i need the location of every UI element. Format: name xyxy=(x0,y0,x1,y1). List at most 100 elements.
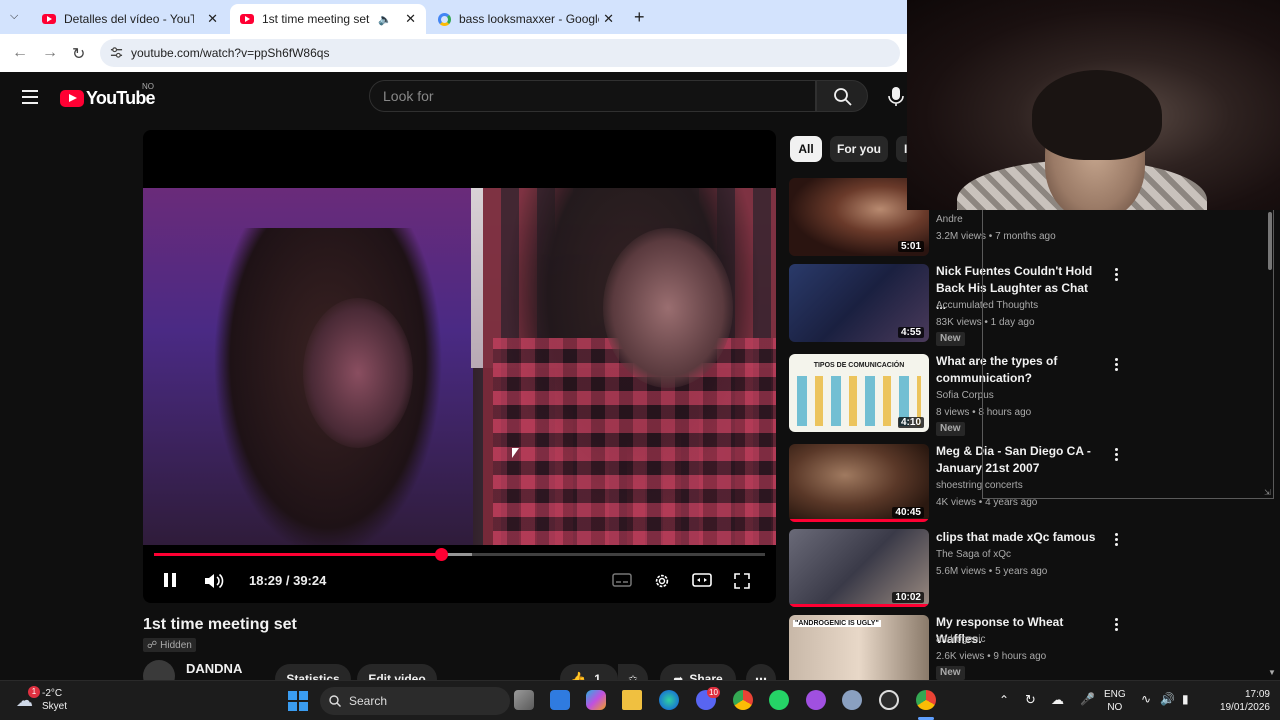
url-field[interactable]: youtube.com/watch?v=ppSh6fW86qs xyxy=(100,39,900,67)
rec-channel[interactable]: Andre xyxy=(936,214,963,225)
video-player[interactable]: 18:29 / 39:24 xyxy=(143,130,776,603)
theater-mode-icon[interactable] xyxy=(692,572,712,588)
rec-thumbnail[interactable]: 4:55 xyxy=(789,264,929,342)
youtube-logo[interactable]: YouTube NO xyxy=(60,82,156,109)
fullscreen-icon[interactable] xyxy=(733,572,751,590)
chrome-active-icon[interactable] xyxy=(916,690,936,710)
search-icon xyxy=(834,88,852,106)
chrome-icon[interactable] xyxy=(733,690,753,710)
weather-temp: -2°C xyxy=(42,688,63,699)
store-icon[interactable] xyxy=(550,690,570,710)
task-view-icon[interactable] xyxy=(514,690,534,710)
rec-thumbnail-text: TIPOS DE COMUNICACIÓN xyxy=(813,362,905,369)
rec-thumbnail[interactable]: 40:45 xyxy=(789,444,929,522)
resize-handle-icon[interactable]: ⇲ xyxy=(1264,488,1271,497)
messenger-icon[interactable] xyxy=(806,690,826,710)
new-badge: New xyxy=(936,332,965,346)
whatsapp-icon[interactable] xyxy=(769,690,789,710)
tab-google-search[interactable]: bass looksmaxxer - Google Search ✕ xyxy=(428,4,624,34)
time-display: 18:29 / 39:24 xyxy=(249,573,327,588)
clock-date: 19/01/2026 xyxy=(1219,702,1270,713)
file-explorer-icon[interactable] xyxy=(622,690,642,710)
chip-more[interactable]: I xyxy=(896,136,907,162)
duration-badge: 4:55 xyxy=(897,327,924,338)
language-top: ENG xyxy=(1104,689,1126,700)
rec-thumbnail[interactable]: 10:02 xyxy=(789,529,929,607)
tab-title: bass looksmaxxer - Google Search xyxy=(459,12,599,26)
speaker-icon[interactable]: 🔈 xyxy=(378,13,392,26)
video-title: 1st time meeting set xyxy=(143,616,297,633)
windows-taskbar: ☁ 1 -2°C Skyet Search 10 ⌃ ↻ ☁ 🎤 ENG NO … xyxy=(0,680,1280,720)
chevron-up-icon[interactable]: ⌃ xyxy=(999,693,1009,707)
link-icon: ☍ xyxy=(147,639,158,651)
visibility-label: Hidden xyxy=(160,639,192,651)
clock[interactable]: 17:09 19/01/2026 xyxy=(1210,688,1270,714)
rec-title[interactable]: clips that made xQc famous xyxy=(936,529,1096,546)
microphone-icon[interactable] xyxy=(884,84,908,108)
progress-bar[interactable] xyxy=(154,548,765,561)
settings-gear-icon[interactable] xyxy=(842,690,862,710)
forward-icon[interactable]: → xyxy=(42,44,58,62)
discord-badge: 10 xyxy=(707,687,720,698)
clock-time: 17:09 xyxy=(1244,689,1270,700)
language-bottom: NO xyxy=(1107,702,1123,713)
chip-all[interactable]: All xyxy=(790,136,822,162)
played-bar xyxy=(154,553,441,556)
wifi-icon[interactable]: ∿ xyxy=(1141,692,1151,706)
channel-name[interactable]: DANDNA xyxy=(186,661,242,676)
rec-thumbnail[interactable]: TIPOS DE COMUNICACIÓN 4:10 xyxy=(789,354,929,432)
duration-badge: 5:01 xyxy=(897,241,924,252)
duration-badge: 4:10 xyxy=(897,417,924,428)
pause-icon[interactable] xyxy=(163,572,177,588)
taskbar-search-label: Search xyxy=(349,694,388,708)
rec-channel[interactable]: androgenic xyxy=(936,634,985,645)
rec-meta: 2.6K views • 9 hours ago xyxy=(936,651,1047,662)
app-icon[interactable] xyxy=(879,690,899,710)
rec-meta: 5.6M views • 5 years ago xyxy=(936,566,1048,577)
onedrive-icon[interactable]: ☁ xyxy=(1051,692,1064,708)
weather-widget[interactable]: ☁ 1 -2°C Skyet xyxy=(14,686,84,715)
search-input[interactable]: Look for xyxy=(369,80,816,112)
browser-address-bar: ← → ↻ youtube.com/watch?v=ppSh6fW86qs xyxy=(0,34,907,72)
video-frame[interactable] xyxy=(143,188,776,545)
url-text: youtube.com/watch?v=ppSh6fW86qs xyxy=(131,46,330,60)
webcam-overlay xyxy=(907,0,1280,210)
site-settings-icon[interactable] xyxy=(110,46,123,59)
more-options-icon[interactable] xyxy=(1115,618,1119,633)
copilot-icon[interactable] xyxy=(586,690,606,710)
menu-icon[interactable] xyxy=(22,90,38,108)
close-icon[interactable]: ✕ xyxy=(207,11,218,27)
rec-thumbnail[interactable]: "ANDROGENIC IS UGLY" xyxy=(789,615,929,680)
youtube-play-icon xyxy=(60,90,84,107)
youtube-header: YouTube NO Look for xyxy=(0,72,907,122)
tab-title: 1st time meeting set - YouTube xyxy=(262,12,372,26)
chip-for-you[interactable]: For you xyxy=(830,136,888,162)
search-button[interactable] xyxy=(816,80,868,112)
logo-text: YouTube xyxy=(86,88,156,108)
scrubber-handle[interactable] xyxy=(434,548,448,561)
close-icon[interactable]: ✕ xyxy=(603,11,614,27)
tab-search-menu-icon[interactable]: ⌵ xyxy=(10,10,18,23)
visibility-badge: ☍ Hidden xyxy=(143,638,196,652)
scroll-down-arrow-icon[interactable]: ▼ xyxy=(1268,668,1276,677)
rec-channel[interactable]: The Saga of xQc xyxy=(936,549,1011,560)
tab-youtube-studio[interactable]: Detalles del vídeo - YouTube Studio ✕ xyxy=(32,4,228,34)
subtitles-icon[interactable] xyxy=(612,572,632,588)
tab-current-video[interactable]: 1st time meeting set - YouTube 🔈 ✕ xyxy=(230,4,426,34)
taskbar-search[interactable]: Search xyxy=(320,687,510,715)
scrollbar-thumb[interactable] xyxy=(1268,212,1272,270)
edge-icon[interactable] xyxy=(659,690,679,710)
close-icon[interactable]: ✕ xyxy=(405,11,416,27)
more-options-icon[interactable] xyxy=(1115,533,1119,548)
new-tab-button[interactable]: + xyxy=(634,7,645,28)
settings-gear-icon[interactable] xyxy=(652,572,672,590)
battery-icon[interactable]: ▮ xyxy=(1182,692,1189,706)
reload-icon[interactable]: ↻ xyxy=(72,44,85,64)
windows-start-icon[interactable] xyxy=(288,691,308,711)
back-icon[interactable]: ← xyxy=(12,44,28,62)
microphone-icon[interactable]: 🎤 xyxy=(1080,692,1095,706)
language-indicator[interactable]: ENG NO xyxy=(1104,688,1126,714)
sync-icon[interactable]: ↻ xyxy=(1025,692,1036,708)
volume-icon[interactable] xyxy=(203,572,225,590)
speaker-icon[interactable]: 🔊 xyxy=(1160,692,1175,706)
